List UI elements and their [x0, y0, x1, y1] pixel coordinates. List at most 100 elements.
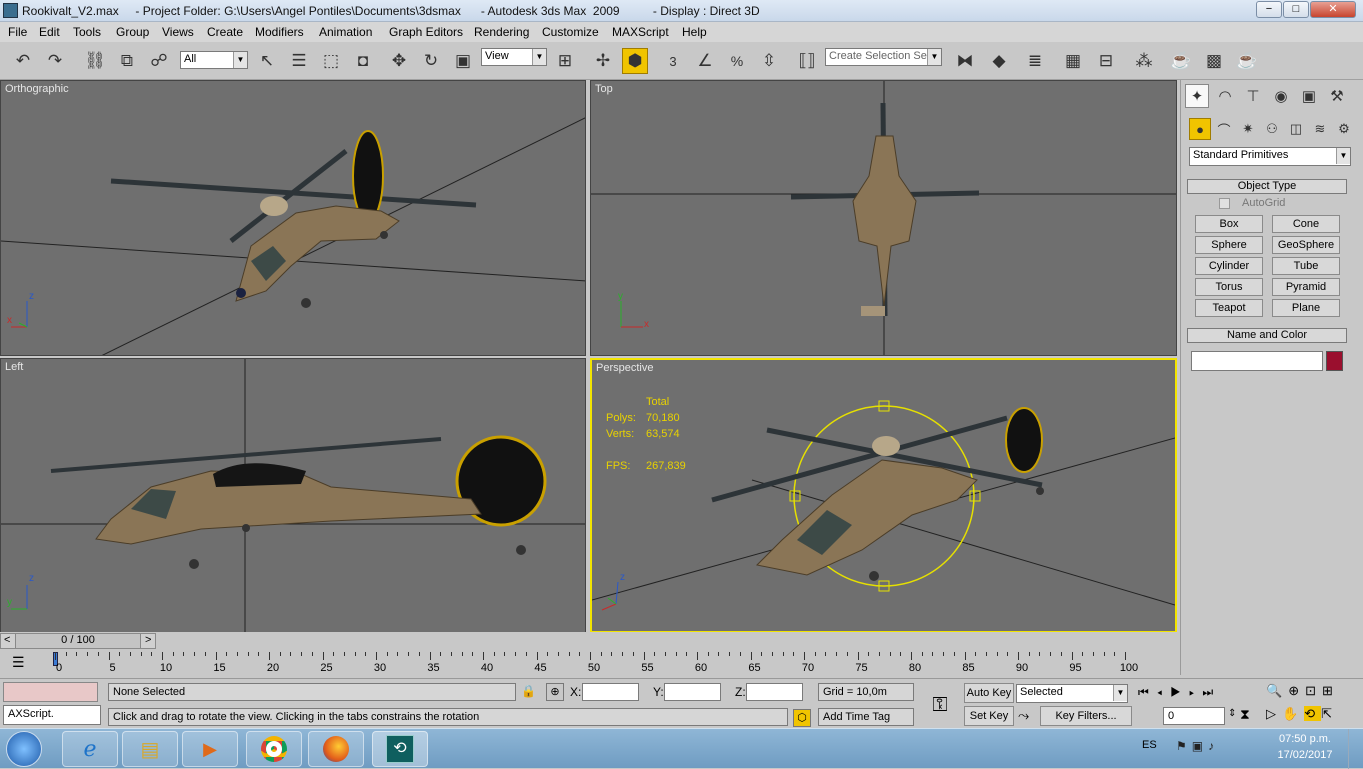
current-frame-input[interactable]: 0: [1163, 707, 1225, 725]
scale-icon[interactable]: ▣: [450, 48, 476, 74]
quick-render-icon[interactable]: ☕: [1234, 48, 1260, 74]
start-orb-icon[interactable]: [6, 731, 42, 767]
tube-button[interactable]: Tube: [1272, 257, 1340, 275]
y-coordinate-input[interactable]: [664, 683, 721, 701]
zoom-all-icon[interactable]: ⊕: [1288, 683, 1305, 698]
3dsmax-icon[interactable]: ⟲: [372, 731, 428, 767]
geosphere-button[interactable]: GeoSphere: [1272, 236, 1340, 254]
create-tab-icon[interactable]: ✦: [1185, 84, 1209, 108]
align-icon[interactable]: ◆: [986, 48, 1012, 74]
time-slider-next[interactable]: >: [145, 634, 151, 646]
plane-button[interactable]: Plane: [1272, 299, 1340, 317]
maxscript-input[interactable]: AXScript.: [3, 705, 101, 725]
unlink-icon[interactable]: ⧉: [114, 48, 140, 74]
network-icon[interactable]: ▣: [1192, 739, 1208, 753]
geometry-icon[interactable]: ●: [1189, 118, 1211, 140]
pyramid-button[interactable]: Pyramid: [1272, 278, 1340, 296]
teapot-button[interactable]: Teapot: [1195, 299, 1263, 317]
key-mode-dropdown[interactable]: Selected ▼: [1016, 684, 1128, 703]
mirror-icon[interactable]: ⧓: [952, 48, 978, 74]
menu-graph-editors[interactable]: Graph Editors: [389, 25, 463, 39]
maximize-button[interactable]: □: [1283, 1, 1309, 18]
object-type-rollout[interactable]: Object Type: [1187, 179, 1347, 194]
maxscript-listener-mini[interactable]: [3, 682, 98, 702]
object-color-swatch[interactable]: [1326, 351, 1343, 371]
media-player-icon[interactable]: ▶: [182, 731, 238, 767]
redo-icon[interactable]: ↷: [42, 48, 68, 74]
file-explorer-icon[interactable]: ▤: [122, 731, 178, 767]
select-and-manipulate-icon[interactable]: ⬢: [622, 48, 648, 74]
clock-date[interactable]: 17/02/2017: [1270, 749, 1340, 761]
menu-rendering[interactable]: Rendering: [474, 25, 529, 39]
minimize-button[interactable]: −: [1256, 1, 1282, 18]
menu-file[interactable]: File: [8, 25, 27, 39]
next-frame-icon[interactable]: ▸: [1189, 685, 1202, 699]
play-icon[interactable]: ▶: [1170, 685, 1189, 699]
shapes-icon[interactable]: ⌒: [1213, 118, 1235, 140]
orbit-icon[interactable]: ⟲: [1304, 706, 1322, 721]
select-link-icon[interactable]: ⛓: [82, 48, 108, 74]
menu-edit[interactable]: Edit: [39, 25, 60, 39]
notification-flag-icon[interactable]: ⚑: [1176, 739, 1192, 753]
name-color-rollout[interactable]: Name and Color: [1187, 328, 1347, 343]
trackbar-toggle-icon[interactable]: ☰: [12, 654, 25, 671]
viewport-left[interactable]: Left z y: [0, 358, 586, 633]
key-filters-button[interactable]: Key Filters...: [1040, 706, 1132, 726]
viewport-orthographic[interactable]: Orthographic z x: [0, 80, 586, 356]
cone-button[interactable]: Cone: [1272, 215, 1340, 233]
clock-time[interactable]: 07:50 p.m.: [1270, 733, 1340, 745]
category-dropdown[interactable]: Standard Primitives ▼: [1189, 147, 1351, 166]
utilities-tab-icon[interactable]: ⚒: [1325, 84, 1349, 108]
space-warps-icon[interactable]: ≋: [1309, 118, 1331, 140]
sphere-button[interactable]: Sphere: [1195, 236, 1263, 254]
object-name-input[interactable]: [1191, 351, 1323, 371]
prev-frame-icon[interactable]: ◂: [1157, 685, 1170, 699]
helpers-icon[interactable]: ◫: [1285, 118, 1307, 140]
goto-start-icon[interactable]: ⏮: [1138, 685, 1157, 699]
internet-explorer-icon[interactable]: ℯ: [62, 731, 118, 767]
menu-help[interactable]: Help: [682, 25, 707, 39]
time-ruler[interactable]: 0 5 10 15 20 25 30 35 40 45 50 55 60 65 70 75 80 85 90 95 10…: [50, 652, 1176, 676]
rect-region-icon[interactable]: ⬚: [318, 48, 344, 74]
menu-create[interactable]: Create: [207, 25, 243, 39]
bind-space-warp-icon[interactable]: ☍: [146, 48, 172, 74]
pan-icon[interactable]: ✋: [1282, 706, 1304, 721]
move-icon[interactable]: ✥: [386, 48, 412, 74]
x-coordinate-input[interactable]: [582, 683, 639, 701]
app-icon[interactable]: [3, 3, 18, 18]
chrome-icon[interactable]: [246, 731, 302, 767]
select-by-name-icon[interactable]: ☰: [286, 48, 312, 74]
manipulate-icon[interactable]: ✢: [590, 48, 616, 74]
percent-snap-icon[interactable]: %: [724, 48, 750, 74]
window-crossing-icon[interactable]: ◘: [350, 48, 376, 74]
hierarchy-tab-icon[interactable]: ⊤: [1241, 84, 1265, 108]
spinner-snap-icon[interactable]: ⇳: [756, 48, 782, 74]
zoom-icon[interactable]: 🔍: [1266, 683, 1288, 698]
select-object-icon[interactable]: ↖: [254, 48, 280, 74]
close-button[interactable]: ✕: [1310, 1, 1356, 18]
menu-modifiers[interactable]: Modifiers: [255, 25, 304, 39]
rendered-frame-icon[interactable]: ▩: [1201, 48, 1227, 74]
selection-filter-dropdown[interactable]: All ▼: [180, 51, 248, 69]
volume-icon[interactable]: ♪: [1208, 739, 1219, 753]
selection-set-input[interactable]: Create Selection Set ▼: [825, 48, 942, 66]
undo-icon[interactable]: ↶: [10, 48, 36, 74]
auto-key-button[interactable]: Auto Key: [964, 683, 1014, 703]
layer-manager-icon[interactable]: ≣: [1022, 48, 1048, 74]
time-config-icon[interactable]: ⧗: [1240, 706, 1250, 723]
angle-snap-icon[interactable]: ∠: [692, 48, 718, 74]
rotate-icon[interactable]: ↻: [418, 48, 444, 74]
absolute-mode-icon[interactable]: ⊕: [546, 683, 564, 701]
reference-coord-dropdown[interactable]: View ▼: [481, 48, 547, 66]
goto-end-icon[interactable]: ⏭: [1202, 685, 1221, 699]
material-editor-icon[interactable]: ⁂: [1131, 48, 1157, 74]
fov-icon[interactable]: ▷: [1266, 706, 1282, 721]
zoom-extents-all-icon[interactable]: ⊞: [1322, 683, 1339, 698]
time-slider[interactable]: < 0 / 100 >: [0, 633, 156, 649]
named-selection-icon[interactable]: ⟦⟧: [794, 48, 820, 74]
menu-group[interactable]: Group: [116, 25, 149, 39]
menu-animation[interactable]: Animation: [319, 25, 372, 39]
schematic-view-icon[interactable]: ⊟: [1093, 48, 1119, 74]
lock-icon[interactable]: 🔒: [521, 684, 536, 698]
menu-views[interactable]: Views: [162, 25, 194, 39]
